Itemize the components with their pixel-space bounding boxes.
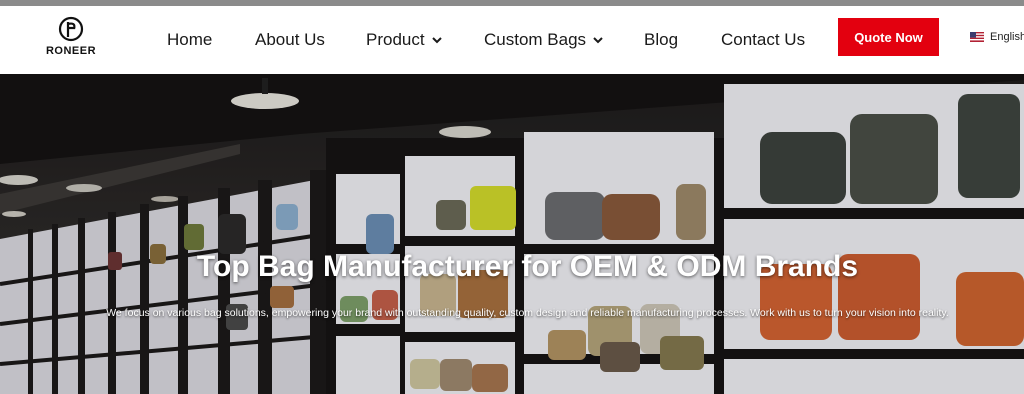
nav-contact-us-label: Contact Us — [721, 30, 806, 49]
logo[interactable]: RONEER — [42, 16, 100, 66]
language-label: English — [990, 31, 1024, 43]
nav-blog[interactable]: Blog — [644, 30, 678, 50]
hero-subtitle: We focus on various bag solutions, empow… — [106, 307, 949, 319]
brand-name: RONEER — [45, 45, 97, 57]
nav-home[interactable]: Home — [167, 30, 212, 50]
roneer-logo-icon — [58, 16, 84, 42]
chevron-down-icon — [593, 37, 603, 44]
nav-home-label: Home — [167, 30, 213, 49]
quote-now-label: Quote Now — [854, 29, 923, 45]
language-selector[interactable]: English — [970, 31, 1024, 43]
nav-about-us[interactable]: About Us — [255, 30, 325, 50]
hero-banner: Top Bag Manufacturer for OEM & ODM Brand… — [0, 74, 1024, 394]
hero-background-image — [0, 74, 1024, 394]
nav-product-label: Product — [366, 30, 425, 49]
site-header: RONEER Home About Us Product Custom Bags… — [0, 6, 1024, 74]
hero-title: Top Bag Manufacturer for OEM & ODM Brand… — [196, 250, 859, 283]
chevron-down-icon — [431, 37, 442, 44]
nav-about-us-label: About Us — [255, 30, 325, 49]
nav-product[interactable]: Product — [366, 30, 442, 50]
nav-custom-bags[interactable]: Custom Bags — [484, 30, 603, 50]
quote-now-button[interactable]: Quote Now — [838, 18, 939, 56]
nav-blog-label: Blog — [644, 30, 679, 49]
nav-custom-bags-label: Custom Bags — [484, 30, 587, 49]
nav-contact-us[interactable]: Contact Us — [721, 30, 805, 50]
us-flag-icon — [970, 32, 984, 42]
